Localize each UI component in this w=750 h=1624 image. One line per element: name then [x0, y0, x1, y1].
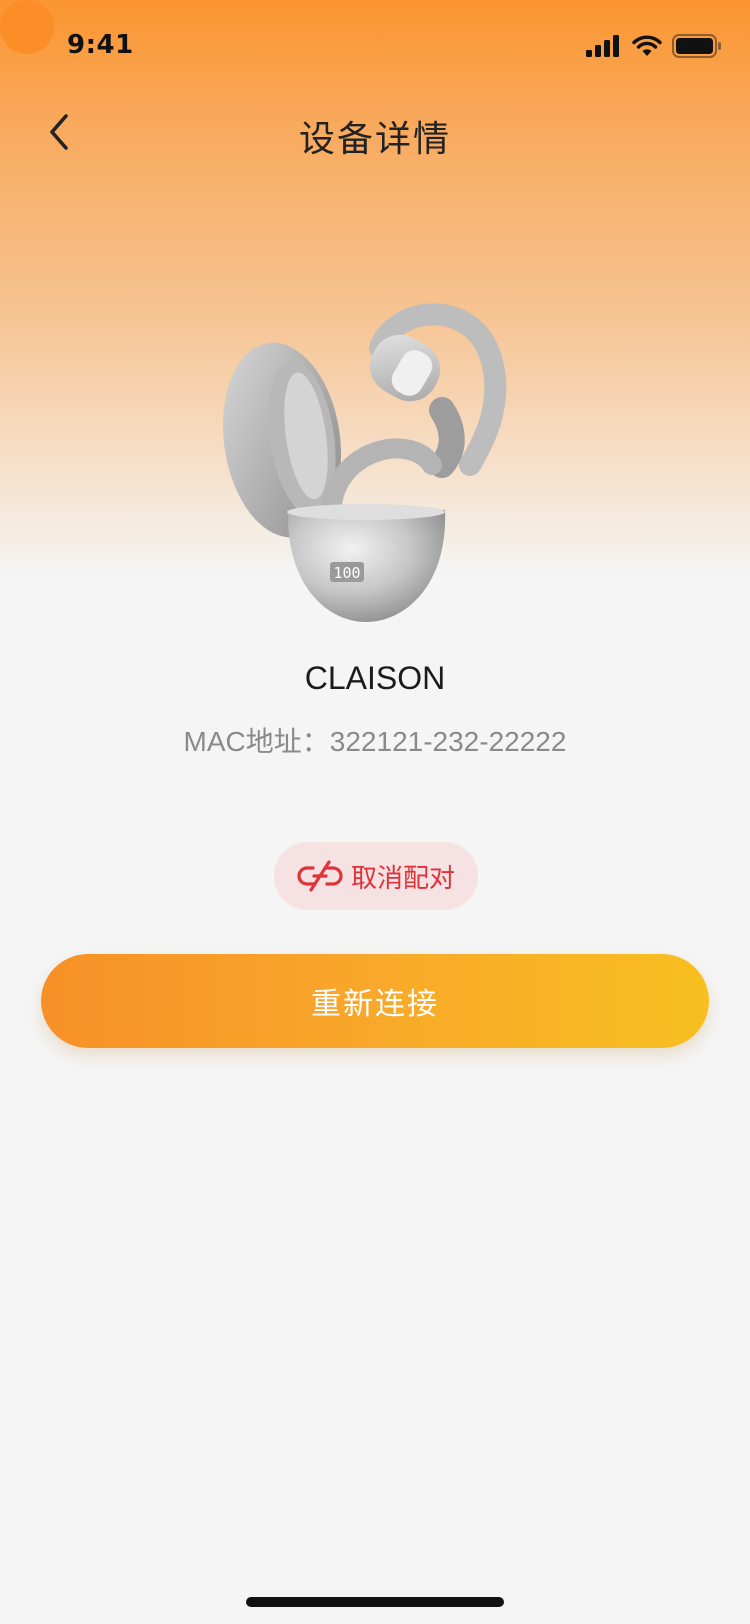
device-name: CLAISON — [304, 660, 446, 696]
status-icons — [586, 32, 722, 60]
reconnect-label: 重新连接 — [311, 987, 439, 1022]
status-time: 9:41 — [67, 30, 134, 60]
page-title: 设备详情 — [298, 119, 451, 160]
mac-address-label: MAC地址： — [183, 726, 330, 757]
nav-bar: 设备详情 — [0, 96, 750, 166]
status-indicator-dot — [0, 0, 54, 54]
signal-icon — [586, 35, 619, 57]
unlink-icon — [297, 860, 343, 892]
earbuds-product-image: 100 — [222, 303, 507, 622]
battery-icon — [672, 34, 721, 58]
status-bar: 9:41 — [0, 0, 750, 96]
mac-address-row: MAC地址：322121-232-22222 — [0, 720, 750, 760]
home-indicator[interactable] — [246, 1597, 504, 1607]
reconnect-button[interactable]: 重新连接 — [41, 954, 709, 1048]
unpair-button[interactable]: 取消配对 — [274, 842, 478, 910]
wifi-icon — [632, 35, 662, 56]
mac-address-value: 322121-232-22222 — [329, 726, 567, 757]
unpair-label: 取消配对 — [350, 863, 455, 894]
case-battery-display: 100 — [333, 564, 360, 582]
